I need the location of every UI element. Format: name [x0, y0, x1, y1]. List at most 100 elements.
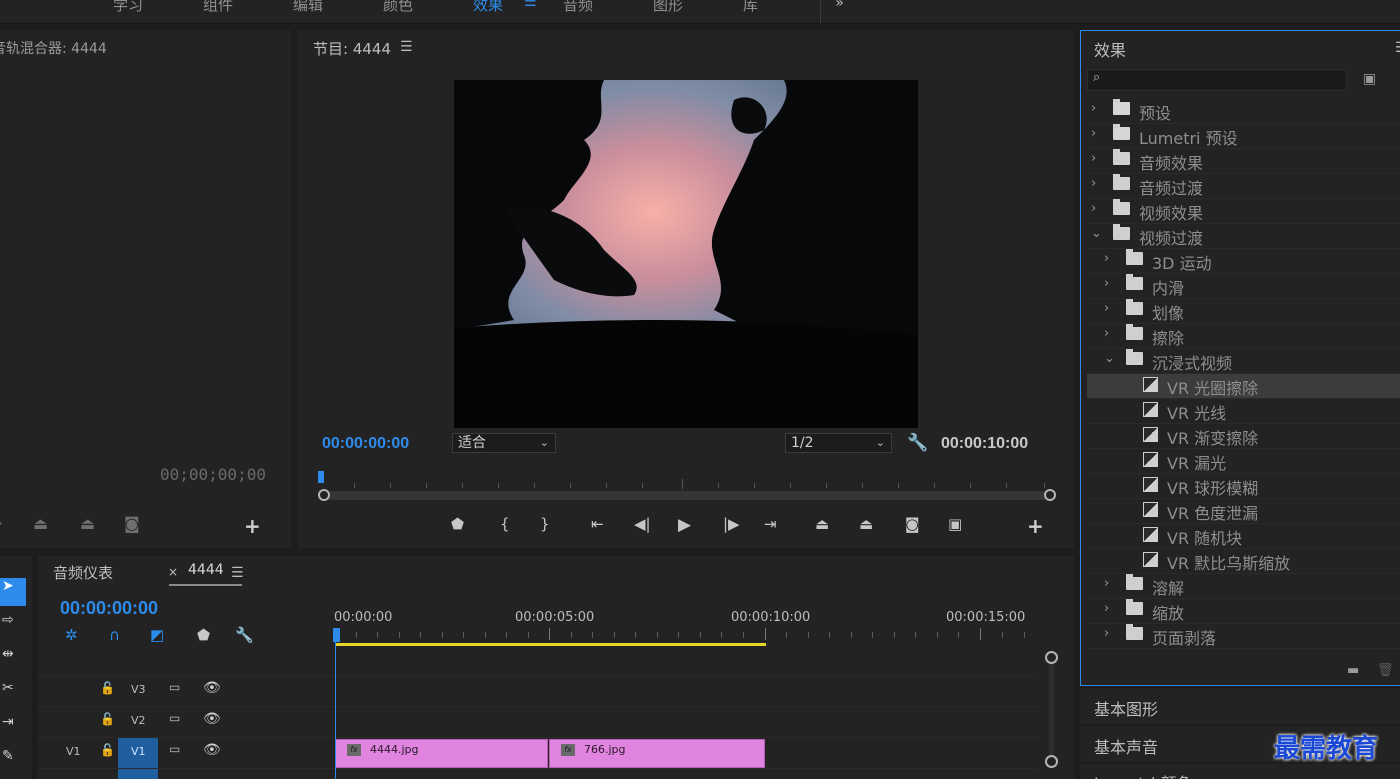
eye-icon[interactable]: 👁 — [203, 680, 221, 696]
button-editor-add-button[interactable]: + — [244, 514, 261, 538]
timeline-current-time[interactable]: 00:00:00:00 — [60, 598, 158, 619]
scrollbar-top-handle[interactable] — [1045, 651, 1058, 664]
tab-audio-meters[interactable]: 音频仪表 — [53, 562, 113, 583]
chevron-right-icon[interactable]: › — [1091, 201, 1096, 216]
workspace-tab-audio[interactable]: 音频 — [563, 0, 593, 15]
track-select-forward-tool[interactable]: ⇨ — [0, 612, 26, 640]
slip-tool[interactable]: ⇥ — [0, 714, 26, 742]
go-to-out-icon[interactable]: ⇥ — [764, 515, 777, 533]
effects-tree-item[interactable]: VR 球形模糊 — [1087, 474, 1400, 499]
timeline-clip[interactable]: fx 766.jpg — [549, 739, 765, 768]
toggle-sync-lock-icon[interactable]: ▭ — [169, 742, 180, 756]
wrench-settings-icon[interactable]: 🔧 — [235, 626, 254, 644]
effects-tree-item[interactable]: › 划像 — [1087, 299, 1400, 324]
step-forward-icon[interactable]: |▶ — [723, 515, 740, 533]
mark-in-icon[interactable]: { — [500, 515, 510, 533]
zoom-scrollbar-end-handle[interactable] — [1044, 489, 1056, 501]
lock-icon[interactable]: 🔓 — [100, 712, 115, 726]
pen-tool[interactable]: ✎ — [0, 748, 26, 776]
effects-tree-item[interactable]: VR 渐变擦除 — [1087, 424, 1400, 449]
panel-menu-icon[interactable]: ☰ — [400, 39, 413, 55]
eye-icon[interactable]: 👁 — [203, 711, 221, 727]
panel-menu-icon[interactable]: ☰ — [1395, 40, 1400, 56]
wrench-settings-icon[interactable]: 🔧 — [907, 433, 928, 453]
nest-sequence-icon[interactable]: ✲ — [65, 626, 78, 644]
chevron-right-icon[interactable]: › — [1091, 151, 1096, 166]
effects-tree-item[interactable]: › 视频效果 — [1087, 199, 1400, 224]
program-playhead[interactable] — [318, 471, 324, 483]
eye-icon[interactable]: 👁 — [203, 742, 221, 758]
chevron-right-icon[interactable]: › — [1104, 251, 1109, 266]
playback-resolution-dropdown[interactable]: 1/2 ⌄ — [785, 433, 892, 453]
panel-title[interactable]: 音轨混合器: 4444 — [0, 38, 107, 58]
program-current-time[interactable]: 00:00:00:00 — [322, 435, 409, 453]
effects-tree-item[interactable]: VR 漏光 — [1087, 449, 1400, 474]
lock-icon[interactable]: 🔓 — [100, 743, 115, 757]
timeline-time-ruler[interactable]: 00:00:00 00:00:05:00 00:00:10:00 00:00:1… — [334, 606, 1054, 646]
lift-icon[interactable]: ⏏ — [815, 515, 829, 533]
chevron-right-icon[interactable]: › — [1104, 326, 1109, 341]
add-marker-icon[interactable]: ⬟ — [197, 626, 210, 644]
linked-selection-icon[interactable]: ◩ — [150, 626, 164, 644]
timeline-playhead[interactable] — [333, 628, 340, 642]
scrollbar-track[interactable] — [1049, 663, 1054, 755]
chevron-right-icon[interactable]: › — [1104, 301, 1109, 316]
workspace-tab-effects[interactable]: 效果 — [473, 0, 503, 15]
razor-tool[interactable]: ✂ — [0, 680, 26, 708]
track-target-v1[interactable]: V1 — [118, 738, 158, 768]
work-area-bar[interactable] — [335, 643, 766, 646]
panel-title[interactable]: Lumetri 颜色 — [1094, 770, 1193, 779]
ripple-edit-tool[interactable]: ⇹ — [0, 646, 26, 674]
workspace-menu-icon[interactable]: ☰ — [524, 0, 537, 10]
selection-tool[interactable]: ➤ — [0, 578, 26, 606]
timeline-vertical-scrollbar[interactable] — [1045, 651, 1059, 771]
zoom-fit-dropdown[interactable]: 适合 ⌄ — [452, 433, 556, 453]
play-icon[interactable]: ▶ — [678, 515, 691, 535]
go-to-in-icon[interactable]: ⇤ — [591, 515, 604, 533]
effects-tree-item[interactable]: › 缩放 — [1087, 599, 1400, 624]
chevron-right-icon[interactable]: › — [1104, 276, 1109, 291]
workspace-tab-learn[interactable]: 学习 — [113, 0, 143, 15]
toggle-sync-lock-icon[interactable]: ▭ — [169, 680, 180, 694]
effects-tree-item[interactable]: VR 默比乌斯缩放 — [1087, 549, 1400, 574]
tab-sequence[interactable]: 4444 — [188, 562, 224, 578]
insert-icon[interactable]: ⏏ — [33, 514, 48, 533]
effects-tree-item[interactable]: › Lumetri 预设 — [1087, 124, 1400, 149]
export-frame-icon[interactable]: ◙ — [124, 514, 140, 533]
effects-tree-item[interactable]: › 擦除 — [1087, 324, 1400, 349]
scrollbar-bottom-handle[interactable] — [1045, 755, 1058, 768]
panel-menu-icon[interactable]: ☰ — [231, 565, 244, 581]
effects-tree-item[interactable]: › 溶解 — [1087, 574, 1400, 599]
extract-icon[interactable]: ⏏ — [859, 515, 873, 533]
step-back-icon[interactable]: ◀| — [634, 515, 651, 533]
workspace-tab-color[interactable]: 颜色 — [383, 0, 413, 15]
close-icon[interactable]: × — [168, 565, 178, 579]
effects-tree-item[interactable]: ⌄ 沉浸式视频 — [1087, 349, 1400, 374]
chevron-right-icon[interactable]: › — [1104, 576, 1109, 591]
effects-tree-item[interactable]: › 内滑 — [1087, 274, 1400, 299]
trash-icon[interactable]: 🗑 — [1377, 663, 1394, 678]
toggle-sync-lock-icon[interactable]: ▭ — [169, 711, 180, 725]
effects-tree-item[interactable]: › 页面剥落 — [1087, 624, 1400, 649]
effects-tree-item[interactable]: › 音频效果 — [1087, 149, 1400, 174]
chevron-right-icon[interactable]: › — [1091, 176, 1096, 191]
workspace-tab-graphics[interactable]: 图形 — [653, 0, 683, 15]
chevron-right-icon[interactable]: › — [1091, 101, 1096, 116]
chevron-right-icon[interactable]: › — [1091, 126, 1096, 141]
lock-icon[interactable]: 🔓 — [100, 681, 115, 695]
mark-icon[interactable]: · — [0, 514, 3, 533]
program-time-ruler[interactable] — [318, 471, 1056, 501]
panel-title[interactable]: 基本图形 — [1094, 696, 1158, 720]
track-name[interactable]: V2 — [131, 714, 146, 727]
export-frame-icon[interactable]: ◙ — [905, 515, 920, 533]
source-timecode[interactable]: 00;00;00;00 — [160, 465, 266, 484]
program-video-frame[interactable] — [454, 80, 918, 428]
track-name[interactable]: V3 — [131, 683, 146, 696]
effects-search-input[interactable]: ⌕ — [1087, 69, 1347, 91]
chevron-down-icon[interactable]: ⌄ — [1091, 226, 1102, 241]
chevron-right-icon[interactable]: › — [1104, 601, 1109, 616]
snap-magnet-icon[interactable]: ∩ — [109, 626, 120, 644]
source-patch[interactable]: V1 — [66, 745, 81, 758]
comparison-view-icon[interactable]: ▣ — [948, 515, 962, 533]
accelerated-effects-filter-icon[interactable]: ▣ — [1363, 71, 1376, 87]
